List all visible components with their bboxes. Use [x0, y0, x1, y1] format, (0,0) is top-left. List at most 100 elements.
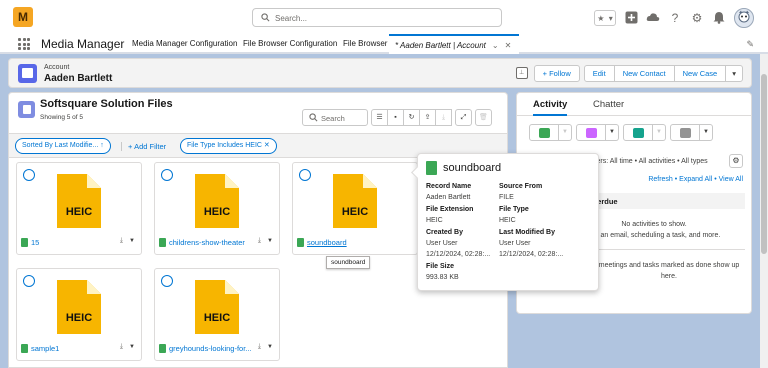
view-all-link[interactable]: View All [719, 176, 743, 183]
tab-file-browser[interactable]: File Browser [343, 39, 387, 48]
download-icon[interactable]: ⤓ [258, 237, 261, 245]
tab-aaden-bartlett-account[interactable]: * Aaden Bartlett | Account ⌄ ✕ [389, 34, 520, 54]
grid-view-icon[interactable]: ▪ [387, 109, 404, 126]
chevron-down-icon[interactable]: ⌄ [492, 41, 499, 50]
files-search-input[interactable]: Search [302, 109, 368, 126]
file-name-link[interactable]: sample1 [31, 344, 115, 353]
file-tile[interactable]: HEIC sample1 ⤓ ▼ [16, 268, 142, 361]
file-tile[interactable]: HEIC soundboard [292, 162, 418, 255]
file-footer: greyhounds-looking-for... ⤓ ▼ [159, 343, 275, 355]
page-scrollbar[interactable] [760, 54, 768, 368]
file-name-link[interactable]: greyhounds-looking-for... [169, 344, 253, 353]
select-radio[interactable] [23, 275, 35, 287]
header-actions: ★ ▾ ? ⚙ [594, 8, 754, 28]
gear-icon[interactable]: ⚙ [729, 154, 743, 168]
gear-icon[interactable]: ⚙ [690, 11, 704, 25]
expand-all-link[interactable]: Expand All [679, 176, 712, 183]
user-avatar[interactable] [734, 8, 754, 28]
file-extension-label: File Extension [426, 206, 474, 213]
chevron-down-icon[interactable]: ▼ [653, 124, 666, 141]
upload-icon[interactable]: ⇪ [419, 109, 436, 126]
filter-label: File Type Includes HEIC [187, 142, 262, 149]
select-radio[interactable] [161, 169, 173, 181]
chevron-down-icon[interactable]: ▼ [559, 124, 572, 141]
call-icon [633, 128, 644, 138]
select-radio[interactable] [299, 169, 311, 181]
add-filter-button[interactable]: + Add Filter [121, 142, 166, 151]
heic-badge: HEIC [204, 312, 230, 324]
files-icon [18, 101, 35, 118]
log-call-button[interactable]: ▼ [623, 124, 666, 141]
chevron-down-icon[interactable]: ▼ [700, 124, 713, 141]
refresh-icon[interactable]: ↻ [403, 109, 420, 126]
doc-icon [21, 238, 28, 247]
download-icon[interactable]: ⤓ [435, 109, 452, 126]
tab-activity[interactable]: Activity [533, 99, 568, 116]
new-task-button[interactable]: ▼ [529, 124, 572, 141]
hierarchy-icon[interactable]: ⊥ [515, 67, 528, 79]
files-toolbar: ☰ ▪ ↻ ⇪ ⤓ ⤢ 🗑 [371, 109, 492, 126]
favorites-button[interactable]: ★ ▾ [594, 10, 616, 26]
new-case-button[interactable]: New Case [673, 65, 727, 82]
download-icon[interactable]: ⤓ [120, 237, 123, 245]
close-icon[interactable]: ✕ [262, 142, 270, 149]
file-footer: soundboard [297, 237, 413, 249]
select-radio[interactable] [161, 275, 173, 287]
bell-icon[interactable] [712, 11, 726, 25]
new-contact-button[interactable]: New Contact [613, 65, 675, 82]
follow-button[interactable]: + Follow [533, 65, 580, 82]
tab-file-browser-configuration[interactable]: File Browser Configuration [243, 39, 337, 48]
file-menu-button[interactable]: ▼ [129, 238, 135, 244]
record-title: Aaden Bartlett [44, 73, 113, 84]
heic-file-icon: HEIC [333, 174, 377, 228]
file-tile[interactable]: HEIC childrens-show-theater ⤓ ▼ [154, 162, 280, 255]
tab-media-manager-configuration[interactable]: Media Manager Configuration [132, 39, 237, 48]
email-button[interactable]: ▼ [670, 124, 713, 141]
chevron-down-icon[interactable]: ▼ [606, 124, 619, 141]
list-view-icon[interactable]: ☰ [371, 109, 388, 126]
record-name-label: Record Name [426, 183, 472, 190]
new-event-button[interactable]: ▼ [576, 124, 619, 141]
sort-pill[interactable]: Sorted By Last Modifie... ↑ [15, 138, 111, 154]
file-name-link[interactable]: soundboard [307, 238, 391, 247]
file-menu-button[interactable]: ▼ [129, 344, 135, 350]
select-radio[interactable] [23, 169, 35, 181]
scrollbar-thumb[interactable] [761, 74, 767, 254]
file-size-value: 993.83 KB [426, 274, 459, 281]
more-actions-button[interactable]: ▾ [725, 65, 743, 82]
edit-nav-icon[interactable]: ✎ [746, 39, 754, 50]
expand-icon[interactable]: ⤢ [455, 109, 472, 126]
delete-icon[interactable]: 🗑 [475, 109, 492, 126]
app-launcher-icon[interactable] [18, 38, 30, 50]
heic-badge: HEIC [66, 312, 92, 324]
cloud-icon[interactable] [646, 11, 660, 25]
last-modified-date-value: 12/12/2024, 02:28:... [499, 251, 564, 258]
file-tile[interactable]: HEIC greyhounds-looking-for... ⤓ ▼ [154, 268, 280, 361]
help-icon[interactable]: ? [668, 11, 682, 25]
download-icon[interactable]: ⤓ [258, 343, 261, 351]
app-logo[interactable]: M [13, 7, 33, 27]
plus-icon[interactable] [624, 11, 638, 25]
record-header: Account Aaden Bartlett ⊥ + Follow Edit N… [8, 58, 752, 88]
file-menu-button[interactable]: ▼ [267, 238, 273, 244]
refresh-link[interactable]: Refresh [648, 176, 673, 183]
edit-button[interactable]: Edit [583, 65, 615, 82]
file-name-link[interactable]: childrens-show-theater [169, 238, 253, 247]
global-search-input[interactable]: Search... [252, 8, 502, 27]
files-title: Softsquare Solution Files [40, 98, 173, 110]
tab-chatter[interactable]: Chatter [593, 99, 624, 110]
task-icon [539, 128, 550, 138]
follow-label: Follow [549, 69, 571, 78]
created-by-value: User User [426, 240, 458, 247]
filter-pill[interactable]: File Type Includes HEIC ✕ [180, 138, 277, 154]
heic-badge: HEIC [66, 206, 92, 218]
popover-title: soundboard [443, 162, 502, 174]
download-icon[interactable]: ⤓ [120, 343, 123, 351]
arrow-up-icon: ↑ [98, 142, 104, 149]
file-footer: sample1 ⤓ ▼ [21, 343, 137, 355]
file-menu-button[interactable]: ▼ [267, 344, 273, 350]
file-name-link[interactable]: 15 [31, 238, 115, 247]
file-tile[interactable]: HEIC 15 ⤓ ▼ [16, 162, 142, 255]
close-icon[interactable]: ✕ [505, 41, 512, 50]
sort-label: Sorted By Last Modifie... [22, 142, 99, 149]
